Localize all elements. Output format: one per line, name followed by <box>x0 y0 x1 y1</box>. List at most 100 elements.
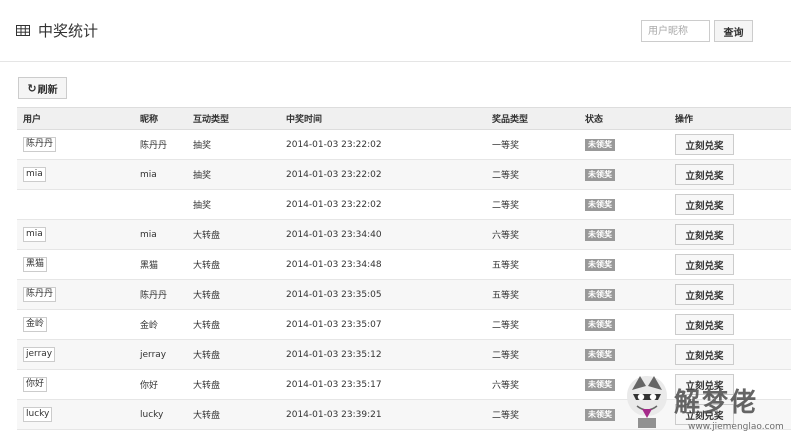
status-badge: 未领奖 <box>585 138 615 151</box>
user-tag: lucky <box>23 407 53 422</box>
cell-nickname: 陈丹丹 <box>134 129 187 160</box>
table-row: 金岭 金岭 大转盘 2014-01-03 23:35:07 二等奖 未领奖 立刻兑奖 <box>17 309 791 340</box>
status-badge: 未领奖 <box>585 318 615 331</box>
cell-status: 未领奖 <box>579 369 669 400</box>
redeem-button[interactable]: 立刻兑奖 <box>675 254 734 275</box>
cell-user: 黑猫 <box>17 249 134 280</box>
cell-time: 2014-01-03 23:39:21 <box>280 399 486 430</box>
cell-status: 未领奖 <box>579 279 669 310</box>
page-title: 中奖统计 <box>38 22 99 40</box>
status-badge: 未领奖 <box>585 288 615 301</box>
cell-nickname: mia <box>134 159 187 190</box>
redeem-button[interactable]: 立刻兑奖 <box>675 194 734 215</box>
table-body: 陈丹丹 陈丹丹 抽奖 2014-01-03 23:22:02 一等奖 未领奖 立刻兑奖 mia… <box>17 129 791 430</box>
cell-type: 大转盘 <box>187 219 280 250</box>
cell-user: 陈丹丹 <box>17 279 134 310</box>
cell-prize: 五等奖 <box>486 249 579 280</box>
cell-time: 2014-01-03 23:35:05 <box>280 279 486 310</box>
cell-action: 立刻兑奖 <box>669 309 791 340</box>
status-badge: 未领奖 <box>585 198 615 211</box>
cell-status: 未领奖 <box>579 249 669 280</box>
cell-nickname: lucky <box>134 399 187 430</box>
winners-table: 用户 昵称 互动类型 中奖时间 奖品类型 状态 操作 陈丹丹 陈丹丹 抽奖 2014-… <box>17 107 791 430</box>
cell-nickname: jerray <box>134 339 187 370</box>
cell-time: 2014-01-03 23:35:12 <box>280 339 486 370</box>
cell-action: 立刻兑奖 <box>669 399 791 430</box>
cell-status: 未领奖 <box>579 219 669 250</box>
cell-action: 立刻兑奖 <box>669 249 791 280</box>
table-row: lucky lucky 大转盘 2014-01-03 23:39:21 二等奖 未领奖 立刻… <box>17 399 791 430</box>
column-header-time: 中奖时间 <box>280 107 486 130</box>
cell-user: mia <box>17 159 134 190</box>
cell-user: jerray <box>17 339 134 370</box>
search-input[interactable] <box>641 20 710 42</box>
table-header-row: 用户 昵称 互动类型 中奖时间 奖品类型 状态 操作 <box>17 107 791 130</box>
cell-nickname: 陈丹丹 <box>134 279 187 310</box>
cell-type: 抽奖 <box>187 159 280 190</box>
redeem-button[interactable]: 立刻兑奖 <box>675 404 734 425</box>
cell-time: 2014-01-03 23:35:17 <box>280 369 486 400</box>
column-header-user: 用户 <box>17 107 134 130</box>
table-row: 抽奖 2014-01-03 23:22:02 二等奖 未领奖 立刻兑奖 <box>17 189 791 220</box>
cell-prize: 六等奖 <box>486 369 579 400</box>
cell-action: 立刻兑奖 <box>669 219 791 250</box>
status-badge: 未领奖 <box>585 378 615 391</box>
status-badge: 未领奖 <box>585 408 615 421</box>
page-header: 中奖统计 查询 <box>0 0 791 62</box>
cell-action: 立刻兑奖 <box>669 159 791 190</box>
query-button[interactable]: 查询 <box>714 20 753 42</box>
column-header-status: 状态 <box>579 107 669 130</box>
cell-prize: 二等奖 <box>486 159 579 190</box>
redeem-button[interactable]: 立刻兑奖 <box>675 344 734 365</box>
column-header-nickname: 昵称 <box>134 107 187 130</box>
cell-prize: 二等奖 <box>486 189 579 220</box>
cell-prize: 一等奖 <box>486 129 579 160</box>
title-wrap: 中奖统计 <box>16 20 98 41</box>
redeem-button[interactable]: 立刻兑奖 <box>675 164 734 185</box>
cell-time: 2014-01-03 23:34:48 <box>280 249 486 280</box>
redeem-button[interactable]: 立刻兑奖 <box>675 374 734 395</box>
status-badge: 未领奖 <box>585 258 615 271</box>
user-tag: mia <box>23 227 46 242</box>
table-row: mia mia 大转盘 2014-01-03 23:34:40 六等奖 未领奖 立刻兑奖 <box>17 219 791 250</box>
redeem-button[interactable]: 立刻兑奖 <box>675 134 734 155</box>
status-badge: 未领奖 <box>585 228 615 241</box>
cell-time: 2014-01-03 23:22:02 <box>280 159 486 190</box>
table-row: jerray jerray 大转盘 2014-01-03 23:35:12 二等奖 未领奖… <box>17 339 791 370</box>
status-badge: 未领奖 <box>585 168 615 181</box>
cell-action: 立刻兑奖 <box>669 279 791 310</box>
cell-prize: 二等奖 <box>486 309 579 340</box>
table-row: mia mia 抽奖 2014-01-03 23:22:02 二等奖 未领奖 立刻兑奖 <box>17 159 791 190</box>
refresh-icon: ↻ <box>27 81 37 95</box>
cell-action: 立刻兑奖 <box>669 369 791 400</box>
cell-time: 2014-01-03 23:22:02 <box>280 129 486 160</box>
cell-action: 立刻兑奖 <box>669 189 791 220</box>
cell-prize: 五等奖 <box>486 279 579 310</box>
cell-nickname: 金岭 <box>134 309 187 340</box>
cell-time: 2014-01-03 23:35:07 <box>280 309 486 340</box>
redeem-button[interactable]: 立刻兑奖 <box>675 314 734 335</box>
cell-user: 陈丹丹 <box>17 129 134 160</box>
redeem-button[interactable]: 立刻兑奖 <box>675 224 734 245</box>
cell-type: 大转盘 <box>187 369 280 400</box>
cell-status: 未领奖 <box>579 129 669 160</box>
cell-nickname: mia <box>134 219 187 250</box>
cell-prize: 六等奖 <box>486 219 579 250</box>
cell-type: 大转盘 <box>187 309 280 340</box>
cell-status: 未领奖 <box>579 339 669 370</box>
table-row: 陈丹丹 陈丹丹 抽奖 2014-01-03 23:22:02 一等奖 未领奖 立刻兑奖 <box>17 129 791 160</box>
user-tag: jerray <box>23 347 56 362</box>
refresh-button[interactable]: ↻ 刷新 <box>18 77 67 99</box>
cell-user: 你好 <box>17 369 134 400</box>
cell-prize: 二等奖 <box>486 339 579 370</box>
cell-action: 立刻兑奖 <box>669 129 791 160</box>
cell-nickname: 你好 <box>134 369 187 400</box>
table-row: 陈丹丹 陈丹丹 大转盘 2014-01-03 23:35:05 五等奖 未领奖 立刻兑奖 <box>17 279 791 310</box>
redeem-button[interactable]: 立刻兑奖 <box>675 284 734 305</box>
table-icon <box>16 25 30 36</box>
status-badge: 未领奖 <box>585 348 615 361</box>
cell-nickname <box>134 189 187 220</box>
cell-prize: 二等奖 <box>486 399 579 430</box>
cell-nickname: 黑猫 <box>134 249 187 280</box>
cell-type: 大转盘 <box>187 339 280 370</box>
